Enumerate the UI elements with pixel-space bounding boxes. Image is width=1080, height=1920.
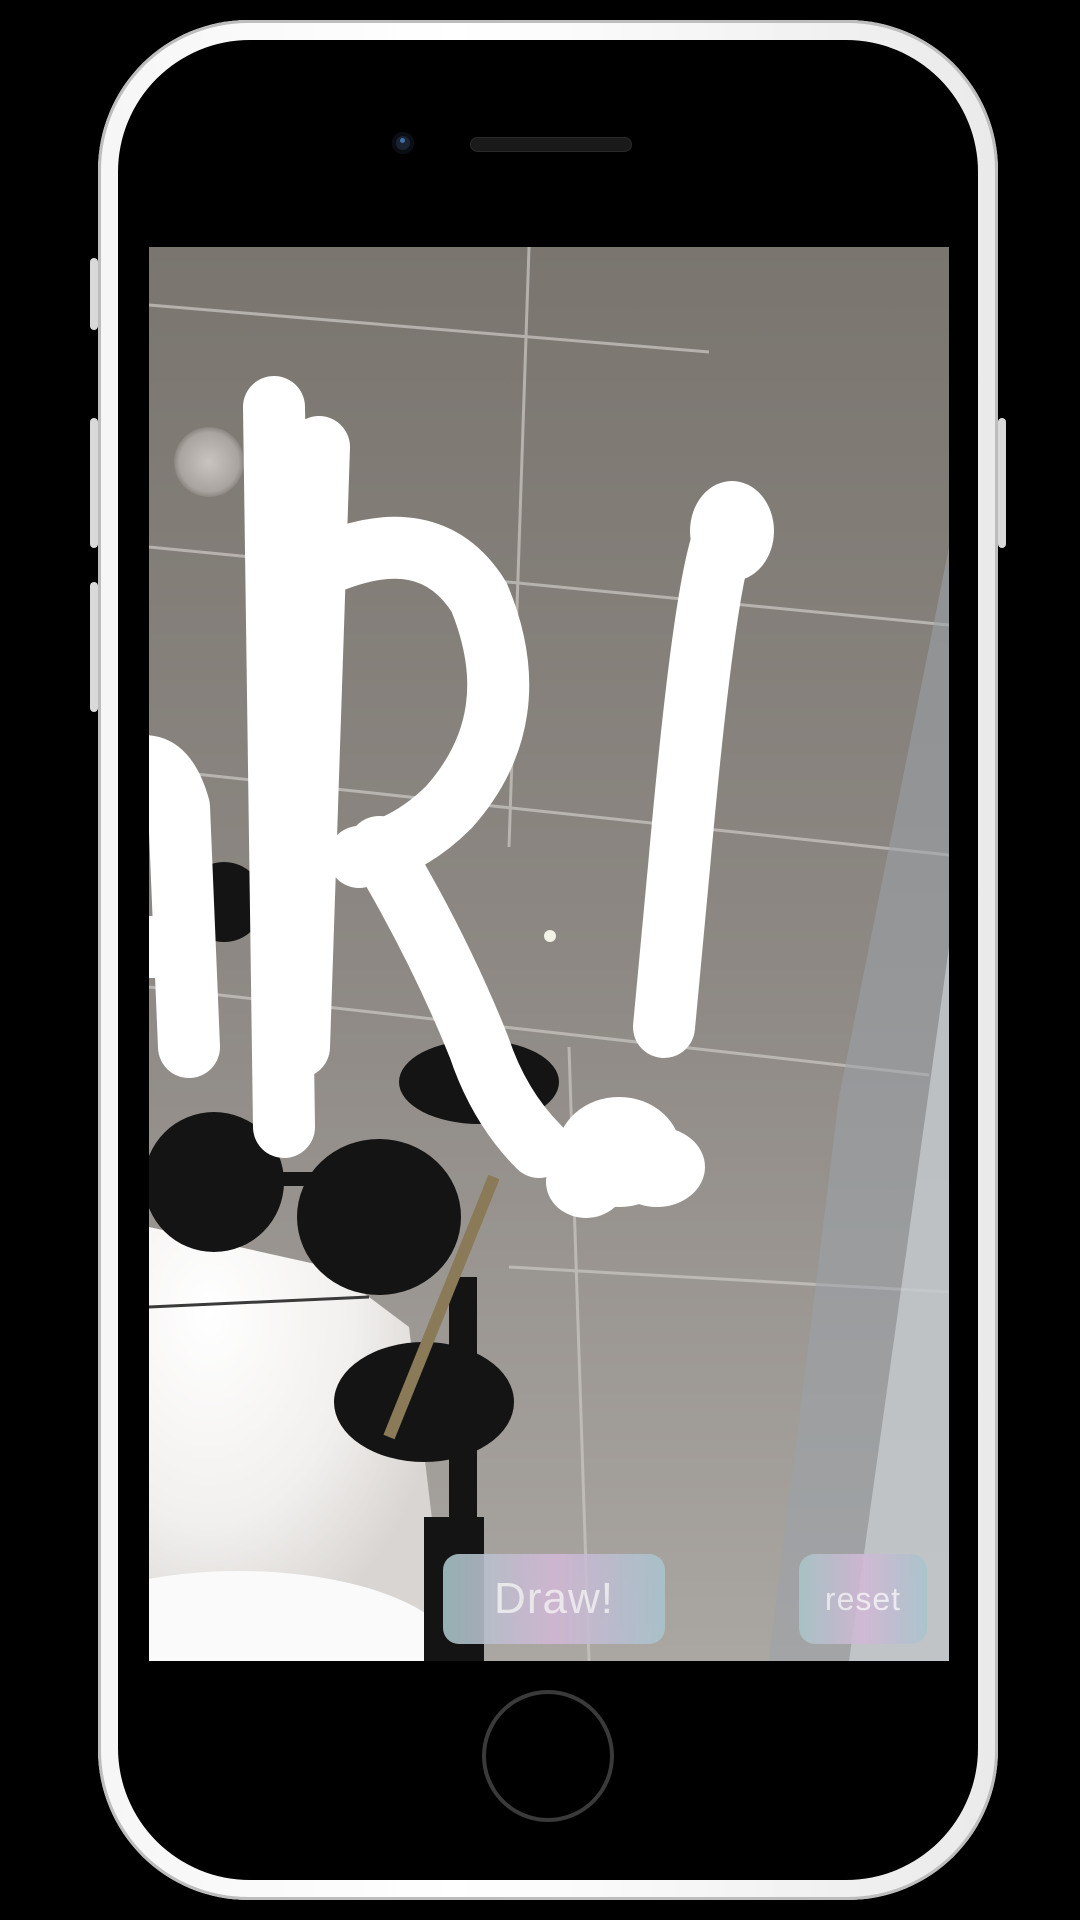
drawn-strokes <box>149 376 774 1218</box>
front-camera-icon <box>392 132 414 154</box>
volume-up-button <box>90 418 98 548</box>
power-button <box>998 418 1006 548</box>
draw-button[interactable]: Draw! <box>443 1554 665 1644</box>
reset-button[interactable]: reset <box>799 1554 927 1644</box>
home-button-icon[interactable] <box>482 1690 614 1822</box>
ar-camera-view[interactable]: Draw! reset <box>149 247 949 1661</box>
earpiece-speaker-icon <box>470 137 632 152</box>
mute-switch <box>90 258 98 330</box>
volume-down-button <box>90 582 98 712</box>
